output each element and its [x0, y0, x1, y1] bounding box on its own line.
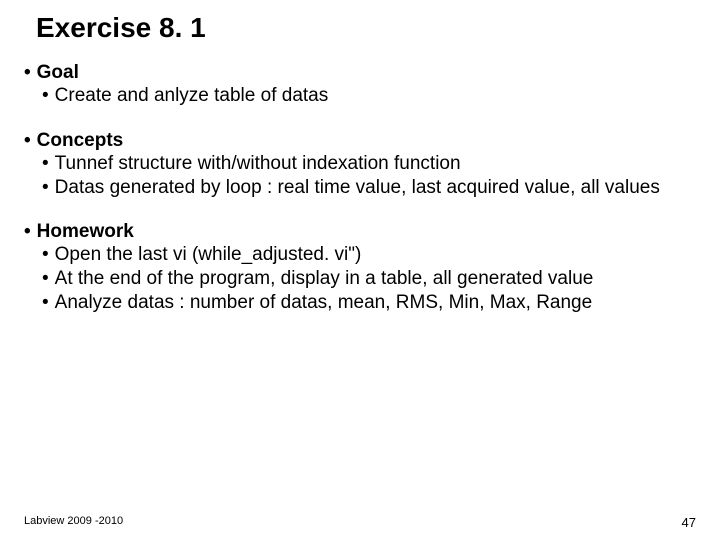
bullet-icon: • — [24, 130, 31, 152]
footer-left: Labview 2009 -2010 — [24, 515, 123, 530]
slide: Exercise 8. 1 • Goal • Create and anlyze… — [0, 0, 720, 540]
bullet-icon: • — [42, 84, 49, 108]
bullet-icon: • — [42, 291, 49, 315]
section-header: • Concepts — [24, 130, 688, 152]
section-header: • Homework — [24, 221, 688, 243]
bullet-icon: • — [24, 62, 31, 84]
list-item-text: Datas generated by loop : real time valu… — [55, 176, 688, 200]
list-item: • Tunnef structure with/without indexati… — [24, 152, 688, 176]
bullet-icon: • — [42, 176, 49, 200]
section-header-text: Concepts — [37, 130, 688, 152]
list-item: • Open the last vi (while_adjusted. vi") — [24, 243, 688, 267]
list-item-text: Analyze datas : number of datas, mean, R… — [55, 291, 688, 315]
list-item-text: Tunnef structure with/without indexation… — [55, 152, 688, 176]
content-area: • Goal • Create and anlyze table of data… — [0, 62, 720, 315]
section-homework: • Homework • Open the last vi (while_adj… — [24, 221, 688, 314]
list-item: • At the end of the program, display in … — [24, 267, 688, 291]
list-item-text: Open the last vi (while_adjusted. vi") — [55, 243, 688, 267]
list-item-text: Create and anlyze table of datas — [55, 84, 688, 108]
list-item: • Analyze datas : number of datas, mean,… — [24, 291, 688, 315]
section-header-text: Homework — [37, 221, 688, 243]
list-item: • Datas generated by loop : real time va… — [24, 176, 688, 200]
list-item: • Create and anlyze table of datas — [24, 84, 688, 108]
page-title: Exercise 8. 1 — [0, 12, 720, 44]
section-header: • Goal — [24, 62, 688, 84]
bullet-icon: • — [42, 152, 49, 176]
list-item-text: At the end of the program, display in a … — [55, 267, 688, 291]
bullet-icon: • — [24, 221, 31, 243]
section-concepts: • Concepts • Tunnef structure with/witho… — [24, 130, 688, 200]
footer: Labview 2009 -2010 47 — [0, 515, 720, 530]
bullet-icon: • — [42, 243, 49, 267]
section-goal: • Goal • Create and anlyze table of data… — [24, 62, 688, 108]
page-number: 47 — [682, 515, 696, 530]
bullet-icon: • — [42, 267, 49, 291]
section-header-text: Goal — [37, 62, 688, 84]
